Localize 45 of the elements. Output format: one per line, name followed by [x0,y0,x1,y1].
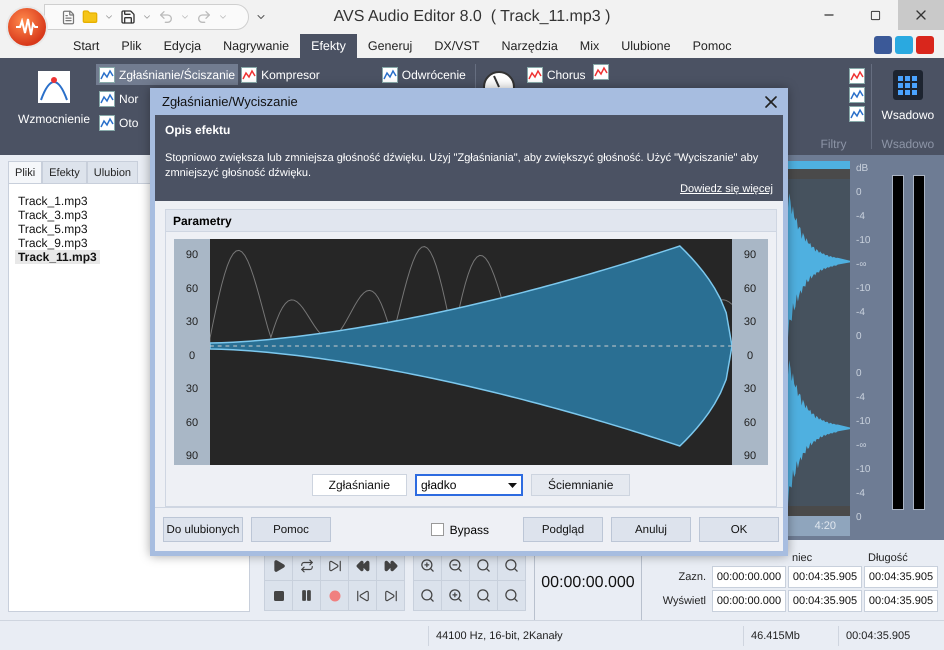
scale-label: 30 [184,383,200,395]
status-text: 46.415Mb [743,626,838,646]
scale-label: 0 [855,187,863,199]
scale-label: -4 [855,307,866,320]
scale-label: 60 [742,282,758,294]
scale-label: 30 [184,316,200,328]
row-label: Zazn. [677,570,707,585]
scale-label: 60 [184,282,200,294]
checkbox-label: Bypass [450,522,489,536]
window-title: AVS Audio Editor 8.0 ( Track_11.mp3 ) [334,8,610,26]
scale-label: -∞ [855,440,868,452]
scale-label: 90 [742,450,758,462]
column-header: niec [791,551,814,564]
scale-label: -∞ [855,259,868,272]
scale-label: -10 [855,283,872,296]
column-header: Długość [867,551,909,564]
row-label: Wyświetl [662,594,707,609]
scale-label: 0 [855,368,863,380]
status-text: 00:04:35.905 [838,626,938,646]
scale-label: -10 [855,235,872,248]
scale-label: -10 [855,416,872,428]
group-label: Filtry [820,137,846,153]
scale-label: 30 [742,316,758,328]
description-heading: Opis efektu [165,123,232,137]
scale-label: 90 [184,249,200,261]
scale-label: 90 [184,450,200,462]
status-text: 44100 Hz, 16-bit, 2Kanały [428,626,743,646]
scale-label: 30 [742,383,758,395]
scale-label: 60 [184,416,200,428]
scale-label: -4 [855,392,866,404]
scale-label: 60 [742,416,758,428]
dialog-title: Zgłaśnianie/Wyciszanie [162,94,298,109]
scale-label: -4 [855,488,866,500]
description-text: Stopniowo zwiększa lub zmniejsza głośność dźwięku. Użyj "Zgłaśniania", aby zwiększyć głośność. Użyć "Wyciszanie" aby zmniejszyć głośność dźwięku. [165,151,760,181]
scale-label: 0 [855,512,863,524]
group-heading: Parametry [166,210,776,232]
scale-label: 0 [188,350,196,362]
scale-label: -4 [855,211,866,224]
scale-label: 0 [746,350,754,362]
group-label: Wsadowo [882,137,934,153]
scale-label: 90 [742,249,758,261]
scale-label: -10 [855,464,872,476]
scale-label: 0 [855,331,863,344]
time-label: 4:20 [814,520,836,532]
unit-label: dB [855,163,870,175]
